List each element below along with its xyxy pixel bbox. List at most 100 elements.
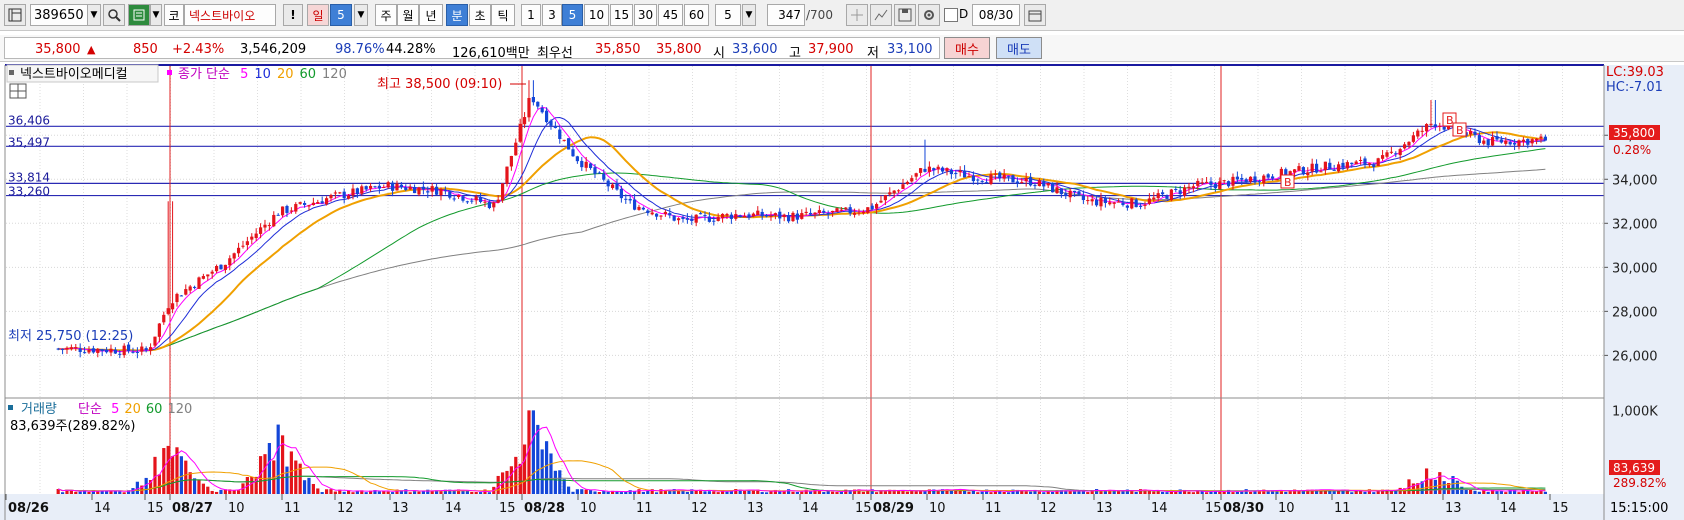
search-icon[interactable] — [103, 4, 125, 26]
candle-body — [1028, 177, 1033, 186]
time-axis-label: 10 — [929, 501, 946, 516]
stock-name-field[interactable]: 넥스트바이오 — [184, 4, 276, 26]
period-button-12[interactable]: 15 — [610, 4, 633, 26]
candle-body — [672, 215, 676, 221]
volume-bar — [417, 491, 421, 494]
candle-body — [698, 213, 703, 215]
candle-body — [456, 195, 461, 198]
date-checkbox[interactable] — [944, 8, 958, 22]
candle-body — [778, 211, 782, 219]
volume-bar — [470, 492, 474, 494]
date-input[interactable]: 08/30 — [972, 4, 1020, 26]
count-select[interactable]: 5 — [715, 4, 741, 26]
indicator-title-icon — [9, 70, 14, 75]
candle-body — [1310, 163, 1314, 172]
volume-bar — [641, 491, 645, 494]
chart-menu-icon[interactable] — [4, 4, 26, 26]
candle-body — [109, 348, 113, 353]
count-dropdown-icon[interactable]: ▼ — [742, 4, 756, 26]
volume-bar — [593, 491, 597, 494]
ma-legend-item: 10 — [254, 67, 271, 82]
candle-body — [1059, 188, 1063, 195]
ma-legend-item: 5 — [240, 67, 248, 82]
calendar-icon[interactable] — [1024, 4, 1046, 26]
period-button-5[interactable]: 분 — [446, 4, 468, 26]
candle-body — [1226, 181, 1231, 187]
volume-bar — [791, 491, 795, 494]
candle-body — [1130, 198, 1134, 209]
candle-body — [500, 183, 505, 201]
period-button-14[interactable]: 45 — [658, 4, 683, 26]
volume-bar — [1499, 491, 1503, 494]
candle-body — [157, 323, 161, 337]
period-button-2[interactable]: 주 — [375, 4, 397, 26]
period-button-1[interactable]: 5 — [330, 4, 352, 26]
candle-body — [399, 184, 403, 188]
volume-bar — [188, 472, 192, 494]
candle-body — [514, 142, 518, 156]
volume-bar — [1508, 489, 1512, 494]
period-dropdown-icon[interactable]: ▼ — [354, 4, 368, 26]
candle-body — [100, 349, 104, 351]
period-button-10[interactable]: 5 — [562, 4, 583, 26]
candle-body — [1512, 142, 1517, 145]
crosshair-icon[interactable] — [846, 4, 868, 26]
candle-body — [751, 213, 755, 217]
code-dropdown-icon[interactable]: ▼ — [87, 4, 101, 26]
volume-bar — [1209, 491, 1213, 494]
save-icon[interactable] — [894, 4, 916, 26]
candle-body — [892, 190, 896, 194]
volume-axis-label: 1,000K — [1612, 404, 1658, 419]
candle-body — [1231, 176, 1235, 186]
price-axis-label: 28,000 — [1612, 305, 1658, 320]
candle-body — [527, 97, 531, 118]
market-button[interactable]: 코 — [164, 4, 184, 26]
candle-body — [632, 199, 637, 210]
candle-body — [914, 173, 918, 177]
candle-body — [1288, 171, 1292, 175]
gear-icon[interactable] — [918, 4, 940, 26]
volume-bar — [1160, 491, 1165, 494]
volume-bar — [1187, 491, 1191, 494]
stock-code-input[interactable]: 389650 — [30, 4, 88, 26]
stock-chart[interactable]: 36,406 35,497 33,81433,260 26,000 28,000 30,… — [0, 62, 1684, 520]
candle-body — [87, 349, 91, 353]
candle-body — [1275, 179, 1279, 181]
candle-body — [1152, 197, 1156, 200]
volume-bar — [206, 486, 210, 494]
volume-bar — [861, 491, 865, 494]
volume-bar — [1112, 490, 1116, 494]
warning-button[interactable]: ! — [283, 4, 303, 26]
buy-button[interactable]: 매수 — [944, 37, 990, 59]
count-input[interactable]: 347 — [767, 4, 805, 26]
candle-body — [1398, 149, 1402, 156]
sell-button[interactable]: 매도 — [996, 37, 1042, 59]
period-button-7[interactable]: 틱 — [491, 4, 515, 26]
volume-bar — [1191, 492, 1195, 494]
candle-body — [800, 213, 804, 219]
candle-body — [148, 347, 153, 351]
price-axis-label: 26,000 — [1612, 349, 1658, 364]
volume-bar — [1354, 490, 1358, 494]
period-button-4[interactable]: 년 — [419, 4, 443, 26]
candle-body — [470, 200, 474, 202]
news-icon[interactable] — [128, 4, 150, 26]
candle-body — [126, 344, 131, 351]
period-button-3[interactable]: 월 — [397, 4, 419, 26]
period-button-6[interactable]: 초 — [469, 4, 491, 26]
candle-body — [184, 289, 188, 295]
trendline-icon[interactable] — [870, 4, 892, 26]
candle-body — [918, 168, 923, 173]
period-button-9[interactable]: 3 — [542, 4, 562, 26]
candle-body — [302, 202, 307, 205]
candle-body — [1534, 138, 1539, 141]
period-button-13[interactable]: 30 — [634, 4, 657, 26]
volume-bar — [707, 491, 711, 494]
period-button-8[interactable]: 1 — [521, 4, 541, 26]
period-button-0[interactable]: 일 — [307, 4, 329, 26]
volume-bar — [883, 491, 887, 494]
news-dropdown-icon[interactable]: ▼ — [150, 4, 162, 26]
period-button-11[interactable]: 10 — [584, 4, 609, 26]
period-button-15[interactable]: 60 — [684, 4, 709, 26]
time-axis-label: 13 — [392, 501, 409, 516]
